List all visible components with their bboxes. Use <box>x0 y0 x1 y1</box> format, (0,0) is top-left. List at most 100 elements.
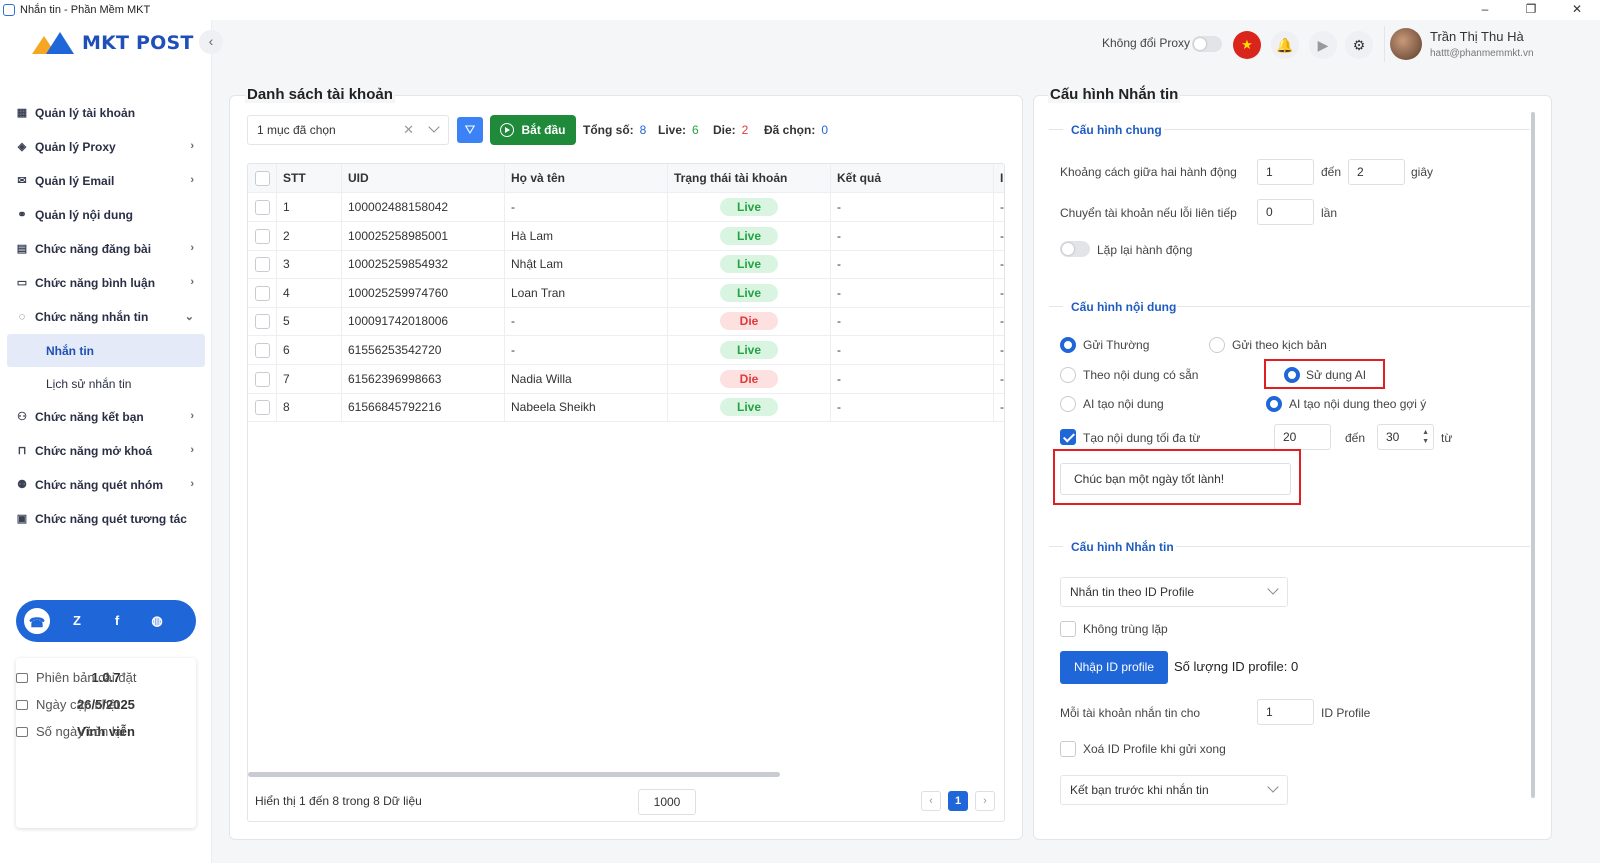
status-cell: Live <box>668 221 831 251</box>
stt-cell: 8 <box>277 393 342 423</box>
row-checkbox[interactable] <box>255 400 270 416</box>
sidebar: MKT POST ‹ ▦ Quản lý tài khoản ◈ Quản lý P… <box>0 20 223 863</box>
table-row[interactable]: 2 100025258985001 Hà Lam Live - - <box>248 221 1004 251</box>
sidebar-item-email[interactable]: ✉ Quản lý Email › <box>0 164 212 198</box>
max-words-from-input[interactable]: 20 <box>1274 424 1331 450</box>
delay-label: Khoảng cách giữa hai hành động <box>1060 165 1237 179</box>
brand-logo[interactable]: MKT POST <box>32 32 194 54</box>
row-checkbox[interactable] <box>255 343 270 358</box>
sidebar-item-friends[interactable]: ⚇ Chức năng kết bạn › <box>0 400 212 434</box>
support-icon[interactable]: ☎ <box>22 606 52 636</box>
clear-icon[interactable]: ✕ <box>403 122 414 138</box>
table-row[interactable]: 5 100091742018006- Die - - <box>248 307 1004 337</box>
table-row[interactable]: 8 61566845792216 Nabeela Sheikh Live - - <box>248 393 1004 423</box>
radio-use-ai[interactable] <box>1284 367 1300 383</box>
per-account-input[interactable]: 1 <box>1257 699 1314 725</box>
max-words-checkbox[interactable] <box>1060 429 1076 445</box>
sidebar-item-scan-groups[interactable]: ⚉ Chức năng quét nhóm › <box>0 468 212 502</box>
sidebar-item-unlock[interactable]: ⊓ Chức năng mở khoá › <box>0 434 212 468</box>
filter-button[interactable]: ⛛ <box>457 117 483 143</box>
box-icon <box>16 727 28 737</box>
sidebar-item-content[interactable]: ⚭ Quản lý nội dung <box>0 198 212 232</box>
prompt-input[interactable]: Chúc bạn một ngày tốt lành! <box>1060 463 1291 495</box>
start-button[interactable]: Bắt đầu <box>490 115 576 145</box>
days-row: Số ngày còn lại Vĩnh viễn <box>16 724 196 739</box>
layers-icon: ◈ <box>17 141 27 153</box>
radio-existing-content[interactable] <box>1060 367 1076 383</box>
table-row[interactable]: 6 61556253542720- Live - - <box>248 336 1004 365</box>
sidebar-item-scan-interactions[interactable]: ▣ Chức năng quét tương tác <box>0 502 212 536</box>
zalo-icon[interactable]: Z <box>62 606 92 636</box>
friend-before-message-select[interactable]: Kết bạn trước khi nhắn tin <box>1060 775 1288 805</box>
row-checkbox[interactable] <box>255 314 270 330</box>
row-checkbox[interactable] <box>255 371 270 387</box>
radio-ai-prompt[interactable] <box>1266 396 1282 412</box>
switch-account-input[interactable]: 0 <box>1257 199 1314 225</box>
page-next-button[interactable]: › <box>975 791 995 811</box>
radio-ai-create[interactable] <box>1060 396 1076 412</box>
vertical-scrollbar[interactable] <box>1531 112 1535 798</box>
column-header[interactable]: I <box>994 164 1004 193</box>
sidebar-item-posting[interactable]: ▤ Chức năng đăng bài › <box>0 232 212 266</box>
no-duplicate-checkbox[interactable] <box>1060 621 1076 637</box>
sidebar-item-comments[interactable]: ▭ Chức năng bình luận › <box>0 266 212 300</box>
stt-cell: 2 <box>277 221 342 251</box>
table-row[interactable]: 3 100025259854932 Nhật Lam Live - - <box>248 250 1004 280</box>
page-size-input[interactable]: 1000 <box>638 789 696 815</box>
version-label: Phiên bản cài đặt <box>36 670 137 685</box>
stepper-arrows-icon[interactable]: ▲ ▼ <box>1422 428 1429 446</box>
gear-icon[interactable]: ⚙ <box>1345 31 1373 59</box>
status-badge: Live <box>720 341 778 359</box>
bell-icon[interactable]: 🔔 <box>1271 31 1299 59</box>
uid-cell: 61556253542720 <box>342 336 505 365</box>
select-all-checkbox[interactable] <box>255 171 270 186</box>
extra-cell: - <box>994 393 1004 422</box>
message-mode-select[interactable]: Nhắn tin theo ID Profile <box>1060 577 1288 607</box>
column-header[interactable]: Kết quả <box>831 164 994 193</box>
column-header[interactable]: STT <box>277 164 342 193</box>
radio-send-script[interactable] <box>1209 337 1225 353</box>
play-circle-icon[interactable]: ▶ <box>1309 31 1337 59</box>
sidebar-subitem-messages[interactable]: Nhắn tin <box>7 334 205 367</box>
row-checkbox[interactable] <box>255 228 270 244</box>
restore-button[interactable]: ❐ <box>1508 0 1554 20</box>
delay-from-input[interactable]: 1 <box>1257 159 1314 185</box>
radio-send-normal[interactable] <box>1060 337 1076 353</box>
import-id-profile-button[interactable]: Nhập ID profile <box>1060 651 1168 684</box>
page-prev-button[interactable]: ‹ <box>921 791 941 811</box>
avatar[interactable] <box>1390 28 1422 60</box>
horizontal-scrollbar[interactable] <box>248 772 780 777</box>
row-checkbox[interactable] <box>255 285 270 301</box>
facebook-icon[interactable]: f <box>102 606 132 636</box>
delete-after-send-checkbox[interactable] <box>1060 741 1076 757</box>
globe-icon[interactable]: ◍ <box>142 606 172 636</box>
close-button[interactable]: ✕ <box>1554 0 1600 20</box>
sidebar-item-proxy[interactable]: ◈ Quản lý Proxy › <box>0 130 212 164</box>
repeat-label: Lặp lại hành động <box>1097 243 1193 257</box>
sidebar-subitem-history[interactable]: Lịch sử nhắn tin <box>0 367 212 400</box>
row-checkbox[interactable] <box>255 200 270 215</box>
sidebar-item-accounts[interactable]: ▦ Quản lý tài khoản <box>0 96 212 130</box>
name-cell: Nabeela Sheikh <box>505 393 668 423</box>
column-header[interactable]: Họ và tên <box>505 164 668 193</box>
delay-to-input[interactable]: 2 <box>1348 159 1405 185</box>
name-cell: - <box>505 193 668 222</box>
account-select[interactable]: 1 mục đã chọn ✕ <box>247 115 449 145</box>
stt-cell: 5 <box>277 307 342 337</box>
row-checkbox[interactable] <box>255 257 270 273</box>
no-duplicate-label: Không trùng lặp <box>1083 622 1168 636</box>
sidebar-item-messaging[interactable]: ◌ Chức năng nhắn tin ⌄ <box>0 300 212 334</box>
repeat-toggle[interactable] <box>1060 241 1090 257</box>
max-words-to-input[interactable]: 30 ▲ ▼ <box>1377 424 1434 450</box>
sidebar-item-label: Chức năng đăng bài <box>35 242 152 256</box>
table-row[interactable]: 7 61562396998663 Nadia Willa Die - - <box>248 364 1004 394</box>
chevron-right-icon: › <box>190 140 194 152</box>
table-row[interactable]: 1 100002488158042- Live - - <box>248 193 1004 222</box>
column-header[interactable]: UID <box>342 164 505 193</box>
proxy-toggle[interactable] <box>1192 36 1222 52</box>
language-flag-icon[interactable]: ★ <box>1233 31 1261 59</box>
minimize-button[interactable]: – <box>1462 0 1508 20</box>
page-1-button[interactable]: 1 <box>948 791 968 811</box>
table-row[interactable]: 4 100025259974760 Loan Tran Live - - <box>248 278 1004 308</box>
column-header[interactable]: Trạng thái tài khoản <box>668 164 831 193</box>
